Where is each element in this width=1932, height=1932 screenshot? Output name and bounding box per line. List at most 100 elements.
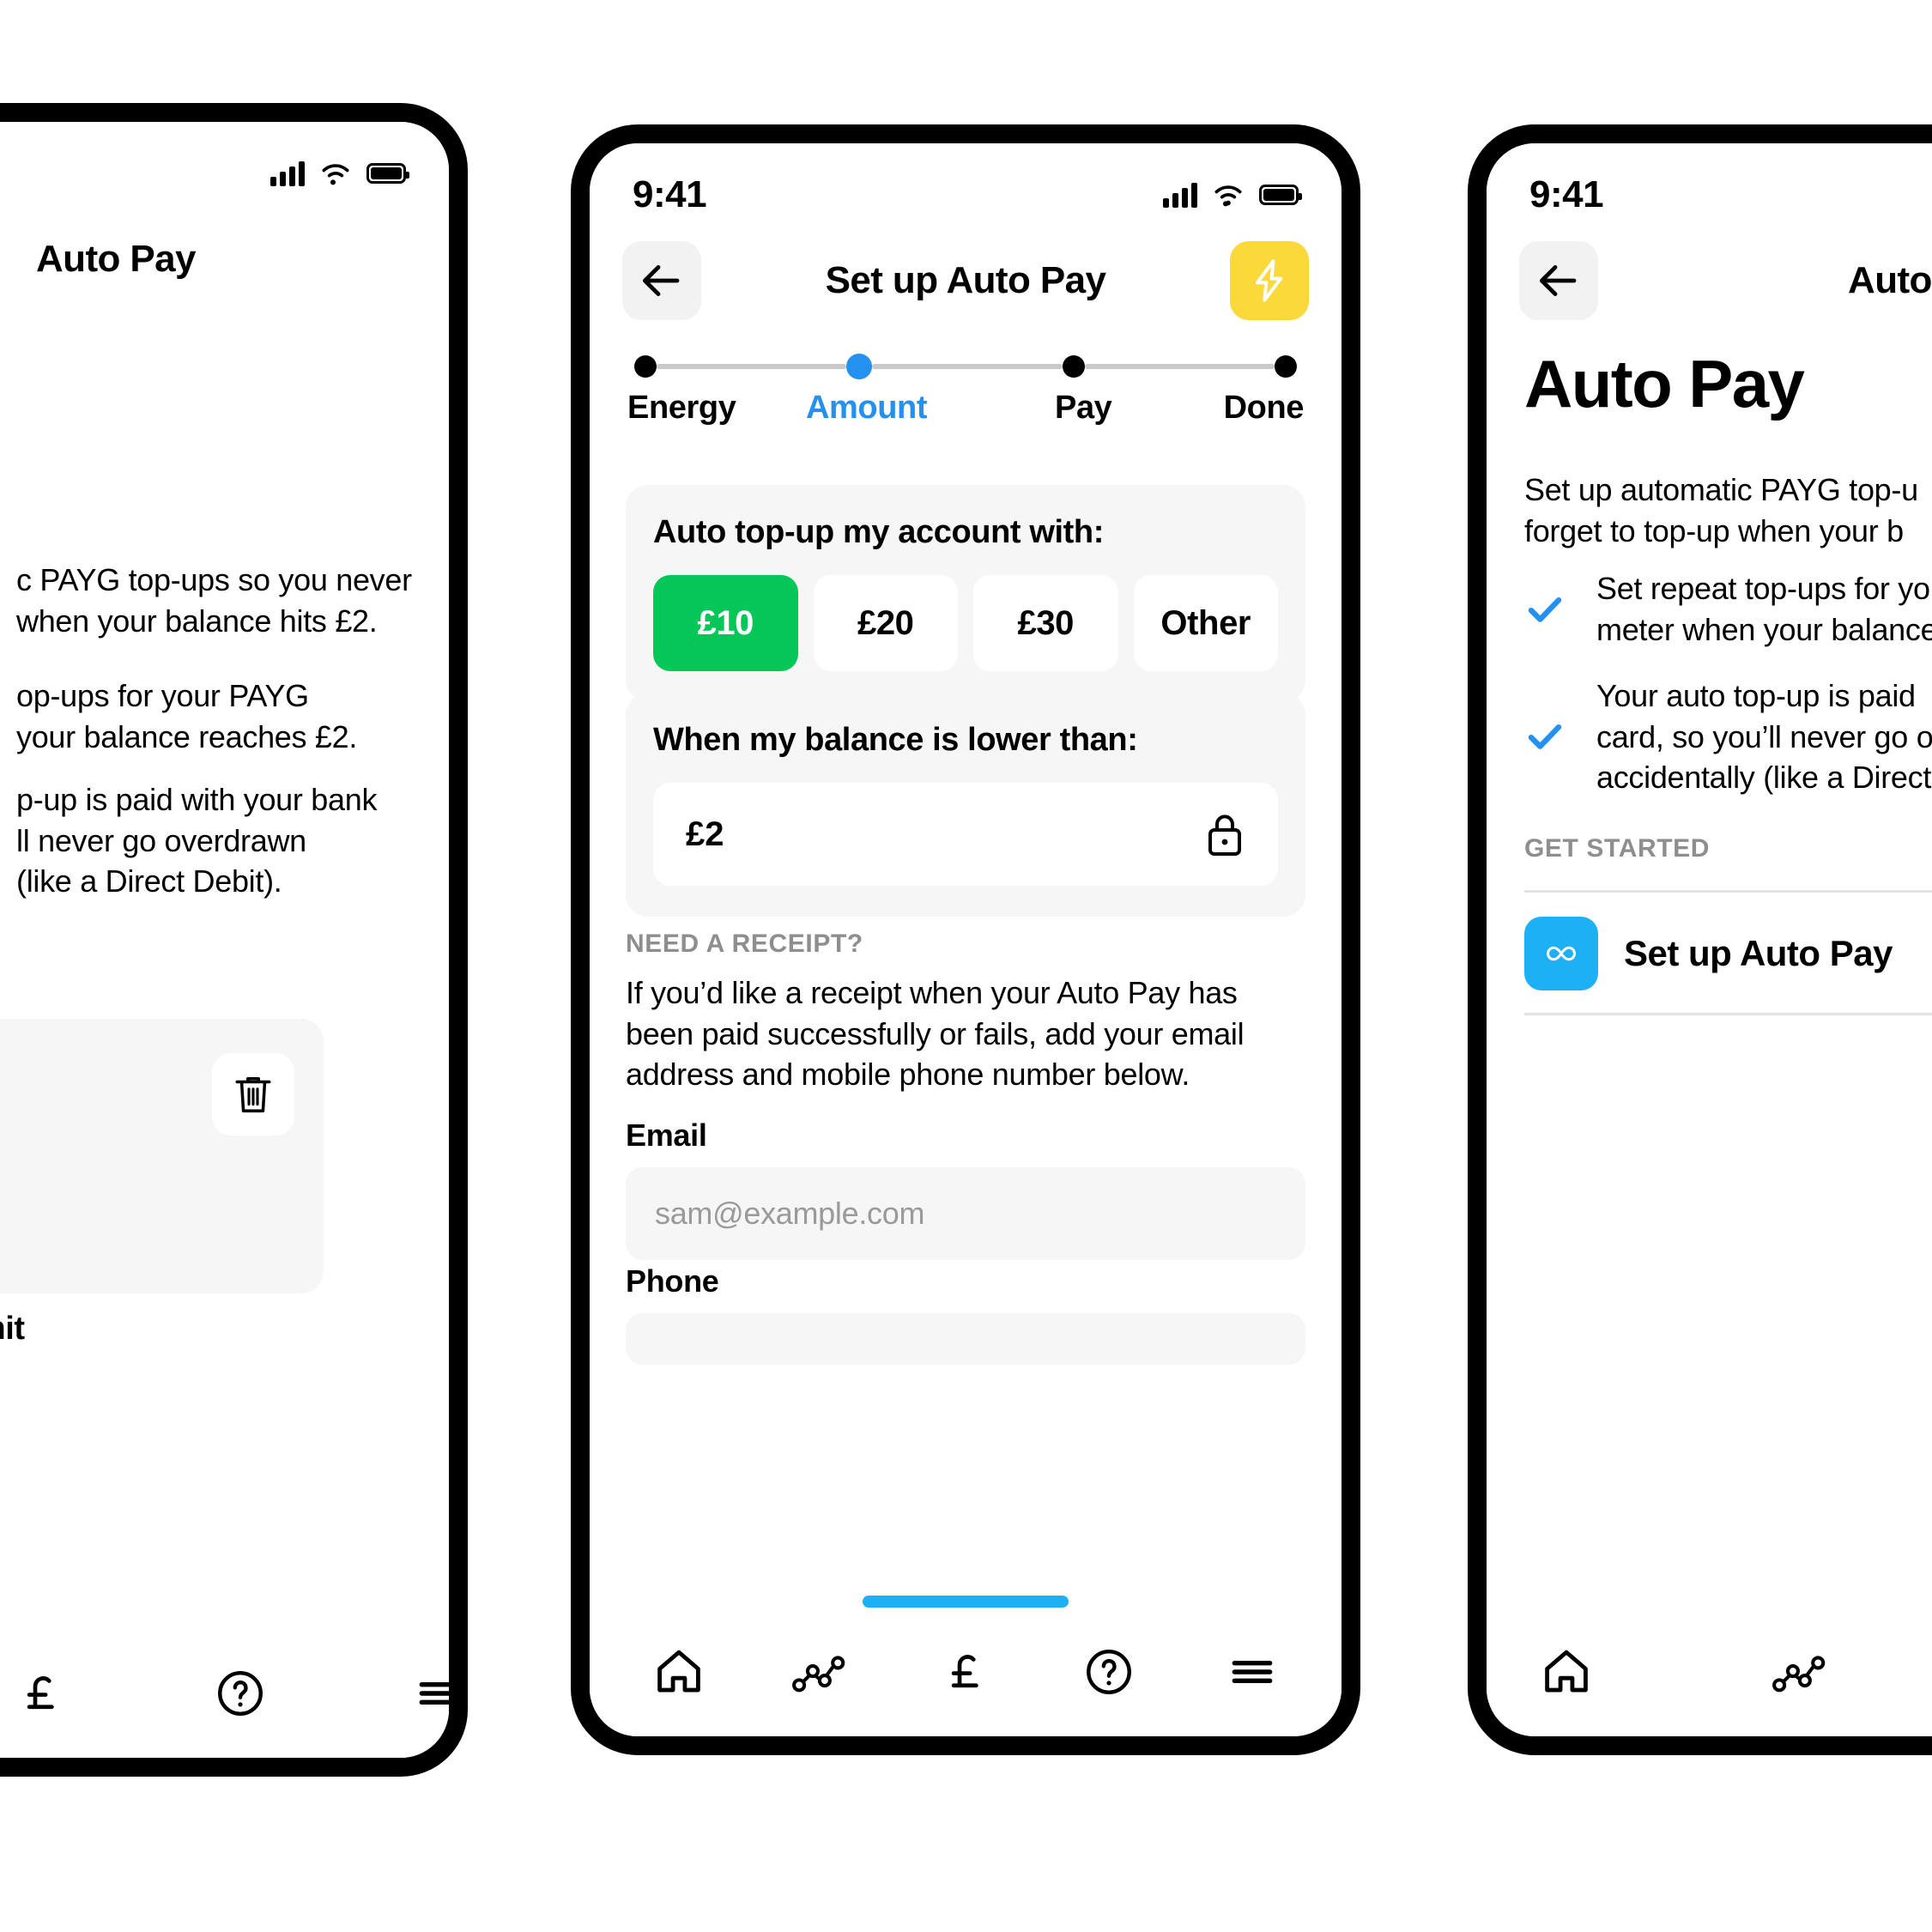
balance-threshold-title: When my balance is lower than: — [653, 722, 1138, 758]
status-icons — [1163, 182, 1302, 208]
usage-graph-icon — [791, 1656, 845, 1693]
arrow-left-icon — [1540, 265, 1577, 296]
phone-right: 9:41 Auto Pay Auto Pay Set up automatic … — [1468, 124, 1932, 1755]
menu-icon — [1232, 1660, 1273, 1684]
tab-help[interactable] — [1062, 1625, 1156, 1719]
amount-option-other[interactable]: Other — [1133, 575, 1278, 671]
battery-icon — [366, 163, 409, 184]
page-title: Set up Auto Pay — [825, 259, 1106, 301]
bullet-1: op-ups for your PAYG your balance reache… — [16, 678, 358, 754]
tab-help[interactable] — [214, 1646, 267, 1741]
tab-home[interactable] — [632, 1625, 726, 1719]
phone-left: Auto Pay c PAYG top-ups so you never whe… — [0, 103, 468, 1777]
page-title: Auto Pay — [36, 238, 197, 280]
phone-center: 9:41 Set up Auto Pay Energy Amount Pay D… — [571, 124, 1360, 1755]
step-track — [627, 354, 1304, 379]
step-dot-amount[interactable] — [846, 354, 873, 379]
status-time: 9:41 — [633, 173, 707, 215]
step-indicator: Energy Amount Pay Done — [627, 354, 1304, 427]
tab-menu[interactable] — [413, 1646, 449, 1741]
step-label-amount: Amount — [806, 390, 928, 426]
navbar-center: Set up Auto Pay — [590, 233, 1341, 328]
arrow-left-icon — [643, 265, 680, 296]
help-circle-icon — [218, 1671, 263, 1716]
battery-icon — [1259, 185, 1302, 205]
benefit-text: Your auto top-up is paid card, so you’ll… — [1596, 678, 1932, 796]
receipt-section: NEED A RECEIPT? If you’d like a receipt … — [626, 930, 1305, 1095]
cellular-signal-icon — [270, 160, 305, 186]
amount-option-20[interactable]: £20 — [813, 575, 958, 671]
navbar-left: Auto Pay — [0, 212, 449, 306]
step-dot-done[interactable] — [1274, 355, 1297, 378]
step-dot-pay[interactable] — [1062, 355, 1085, 378]
credit-limit-label: Credit limit — [0, 1311, 25, 1347]
left-bullets: op-ups for your PAYG your balance reache… — [16, 675, 449, 902]
bullet-2: p-up is paid with your bank ll never go … — [16, 782, 378, 899]
tab-pound[interactable] — [15, 1646, 68, 1741]
infinity-icon — [1547, 946, 1577, 961]
back-button[interactable] — [622, 241, 701, 320]
benefit-item-2: Your auto top-up is paid card, so you’ll… — [1524, 675, 1932, 798]
benefits-list: Set repeat top-ups for yo meter when you… — [1524, 568, 1932, 824]
tab-home[interactable] — [1519, 1625, 1614, 1719]
intro-paragraph: Set up automatic PAYG top-u forget to to… — [1524, 472, 1918, 548]
step-dot-energy[interactable] — [634, 355, 657, 378]
get-started-row[interactable]: Set up Auto Pay — [1524, 894, 1932, 1013]
credit-limit-value[interactable]: £2.00 — [0, 1371, 139, 1472]
divider-bottom — [1524, 1013, 1932, 1015]
status-bar-center: 9:41 — [590, 169, 1341, 221]
balance-threshold-card: When my balance is lower than: £2 — [626, 693, 1305, 917]
tabbar-left — [0, 1629, 449, 1758]
topup-amount-card: Auto top-up my account with: £10 £20 £30… — [626, 485, 1305, 702]
home-icon — [1545, 1650, 1588, 1693]
status-icons — [270, 160, 409, 186]
menu-icon — [419, 1681, 449, 1705]
get-started-section: GET STARTED — [1524, 834, 1932, 877]
page-title: Auto Pay — [1848, 259, 1932, 301]
tab-menu[interactable] — [1205, 1625, 1299, 1719]
screen-heading: Auto Pay — [1524, 346, 1805, 421]
amount-option-30[interactable]: £30 — [973, 575, 1118, 671]
tab-pound[interactable] — [918, 1625, 1013, 1719]
left-body-text: c PAYG top-ups so you never when your ba… — [16, 560, 449, 641]
tabbar-center — [590, 1608, 1341, 1736]
receipt-body: If you’d like a receipt when your Auto P… — [626, 975, 1245, 1093]
usage-graph-icon — [1772, 1656, 1826, 1693]
tabbar-right — [1487, 1608, 1932, 1736]
balance-threshold-value: £2 — [686, 815, 724, 853]
get-started-label: GET STARTED — [1524, 834, 1711, 863]
check-icon — [1528, 597, 1562, 622]
step-line-2 — [872, 364, 1063, 369]
email-label: Email — [626, 1117, 707, 1153]
step-line-3 — [1084, 364, 1275, 369]
tab-usage[interactable] — [1755, 1625, 1850, 1719]
home-indicator — [863, 1596, 1069, 1608]
set-up-auto-pay-row[interactable]: Set up Auto Pay — [1524, 894, 1932, 1013]
amount-option-10[interactable]: £10 — [653, 575, 798, 671]
phone-center-screen: 9:41 Set up Auto Pay Energy Amount Pay D… — [590, 143, 1341, 1736]
back-button[interactable] — [1519, 241, 1598, 320]
amount-options: £10 £20 £30 Other — [653, 575, 1278, 671]
topup-amount-title: Auto top-up my account with: — [653, 514, 1104, 550]
benefit-item-1: Set repeat top-ups for yo meter when you… — [1524, 568, 1932, 650]
phone-input[interactable] — [626, 1313, 1305, 1365]
step-label-energy: Energy — [627, 390, 736, 426]
status-bar-left — [0, 148, 449, 199]
email-input[interactable]: sam@example.com — [626, 1167, 1305, 1260]
delete-button[interactable] — [212, 1053, 294, 1136]
navbar-right: Auto Pay — [1487, 233, 1932, 328]
intro-line-1: c PAYG top-ups so you never — [16, 562, 412, 597]
phone-left-screen: Auto Pay c PAYG top-ups so you never whe… — [0, 122, 449, 1758]
energy-boost-button[interactable] — [1230, 241, 1309, 320]
trash-icon — [235, 1076, 271, 1113]
wifi-icon — [1214, 185, 1242, 207]
wifi-icon — [322, 164, 349, 185]
status-time: 9:41 — [1529, 173, 1604, 215]
status-bar-right: 9:41 — [1487, 169, 1932, 221]
phone-field-group: Phone — [626, 1263, 1305, 1365]
tab-usage[interactable] — [775, 1625, 869, 1719]
intro-line-2: when your balance hits £2. — [16, 603, 378, 639]
pound-icon — [27, 1676, 54, 1710]
balance-threshold-field[interactable]: £2 — [653, 783, 1278, 886]
lock-icon — [1208, 815, 1241, 856]
